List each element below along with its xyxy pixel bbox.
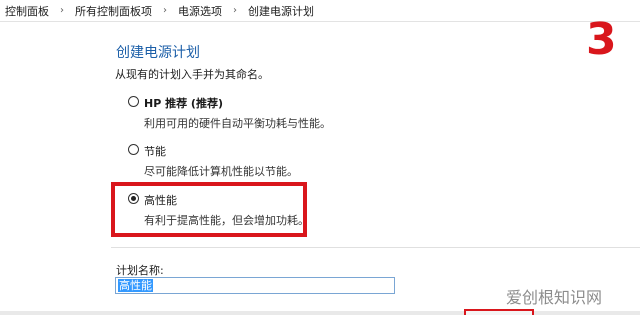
bottom-edge [0, 311, 640, 315]
plan-description: 利用可用的硬件自动平衡功耗与性能。 [144, 117, 331, 130]
breadcrumb: 控制面板 › 所有控制面板项 › 电源选项 › 创建电源计划 [0, 0, 640, 22]
page-title: 创建电源计划 [116, 45, 200, 61]
plan-description: 尽可能降低计算机性能以节能。 [144, 165, 298, 178]
chevron-right-icon: › [163, 5, 167, 16]
next-button-edge[interactable] [464, 309, 534, 315]
breadcrumb-all-items[interactable]: 所有控制面板项 [72, 3, 155, 19]
plan-label: 节能 [144, 145, 166, 158]
watermark-text: 爱创根知识网 [506, 288, 603, 307]
step-number: 3 [586, 14, 617, 65]
highlight-annotation-box [111, 182, 307, 237]
page-subtitle: 从现有的计划入手并为其命名。 [115, 68, 269, 81]
divider [111, 247, 640, 248]
breadcrumb-control-panel[interactable]: 控制面板 [0, 3, 52, 19]
chevron-right-icon: › [233, 5, 237, 16]
breadcrumb-create-plan: 创建电源计划 [248, 4, 314, 18]
chevron-right-icon: › [60, 5, 64, 16]
breadcrumb-power-options[interactable]: 电源选项 [175, 3, 225, 19]
watermark: 爱创根知识网 [506, 284, 602, 308]
radio-power-saver[interactable] [128, 144, 139, 155]
plan-name-value: 高性能 [118, 279, 153, 292]
radio-hp-recommended[interactable] [128, 96, 139, 107]
plan-name-label: 计划名称: [116, 264, 164, 277]
plan-name-input[interactable]: 高性能 [115, 277, 395, 294]
plan-label: HP 推荐 (推荐) [144, 97, 223, 110]
